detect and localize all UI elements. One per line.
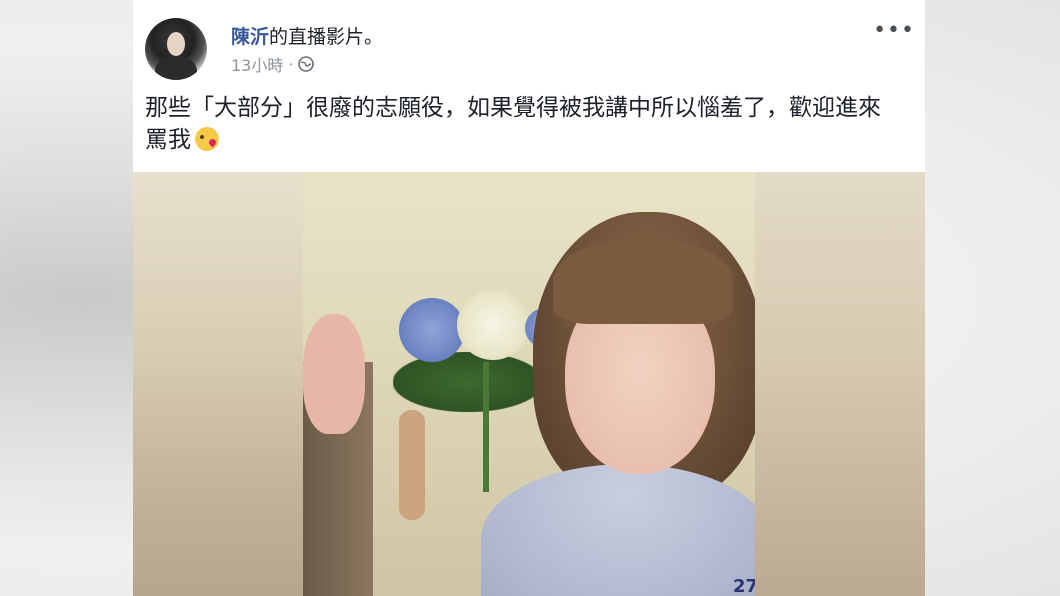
- background-cap: [303, 314, 365, 434]
- author-name-link[interactable]: 陳沂: [231, 26, 269, 48]
- post-meta: 13小時 ·: [231, 52, 315, 76]
- post-timestamp[interactable]: 13小時: [231, 52, 283, 76]
- person-shirt: [481, 464, 755, 596]
- shirt-print-text: 27: [733, 576, 755, 596]
- avatar-shoulder: [155, 56, 197, 80]
- caption-line-2: 罵我: [145, 127, 191, 153]
- avatar[interactable]: [145, 18, 207, 80]
- video-blur-right: [755, 172, 925, 596]
- meta-separator: ·: [288, 54, 294, 74]
- video-blur-left: [133, 172, 303, 596]
- more-options-button[interactable]: •••: [873, 18, 915, 43]
- avatar-face: [167, 32, 185, 56]
- person-bangs: [553, 238, 733, 324]
- post-title-line: 陳沂的直播影片。: [231, 22, 383, 49]
- post-title-suffix: 的直播影片。: [269, 26, 384, 48]
- video-player[interactable]: 27: [133, 172, 925, 596]
- post-caption: 那些「大部分」很廢的志願役，如果覺得被我講中所以惱羞了，歡迎進來 罵我: [145, 92, 913, 156]
- facebook-post: 陳沂的直播影片。 13小時 · ••• 那些「大部分」很廢的志願役，如果覺得被我…: [133, 0, 925, 596]
- globe-icon[interactable]: [298, 56, 315, 72]
- video-frame[interactable]: 27: [303, 172, 755, 596]
- caption-line-1: 那些「大部分」很廢的志願役，如果覺得被我講中所以惱羞了，歡迎進來: [145, 95, 881, 121]
- caption-line-2-wrapper: 罵我: [145, 124, 913, 156]
- blue-hydrangea: [399, 298, 465, 362]
- kissing-face-icon: [195, 127, 219, 151]
- background-leaves: [393, 352, 543, 412]
- flower-stem: [483, 362, 489, 492]
- white-hydrangea: [457, 290, 529, 360]
- wooden-mannequin: [399, 410, 425, 520]
